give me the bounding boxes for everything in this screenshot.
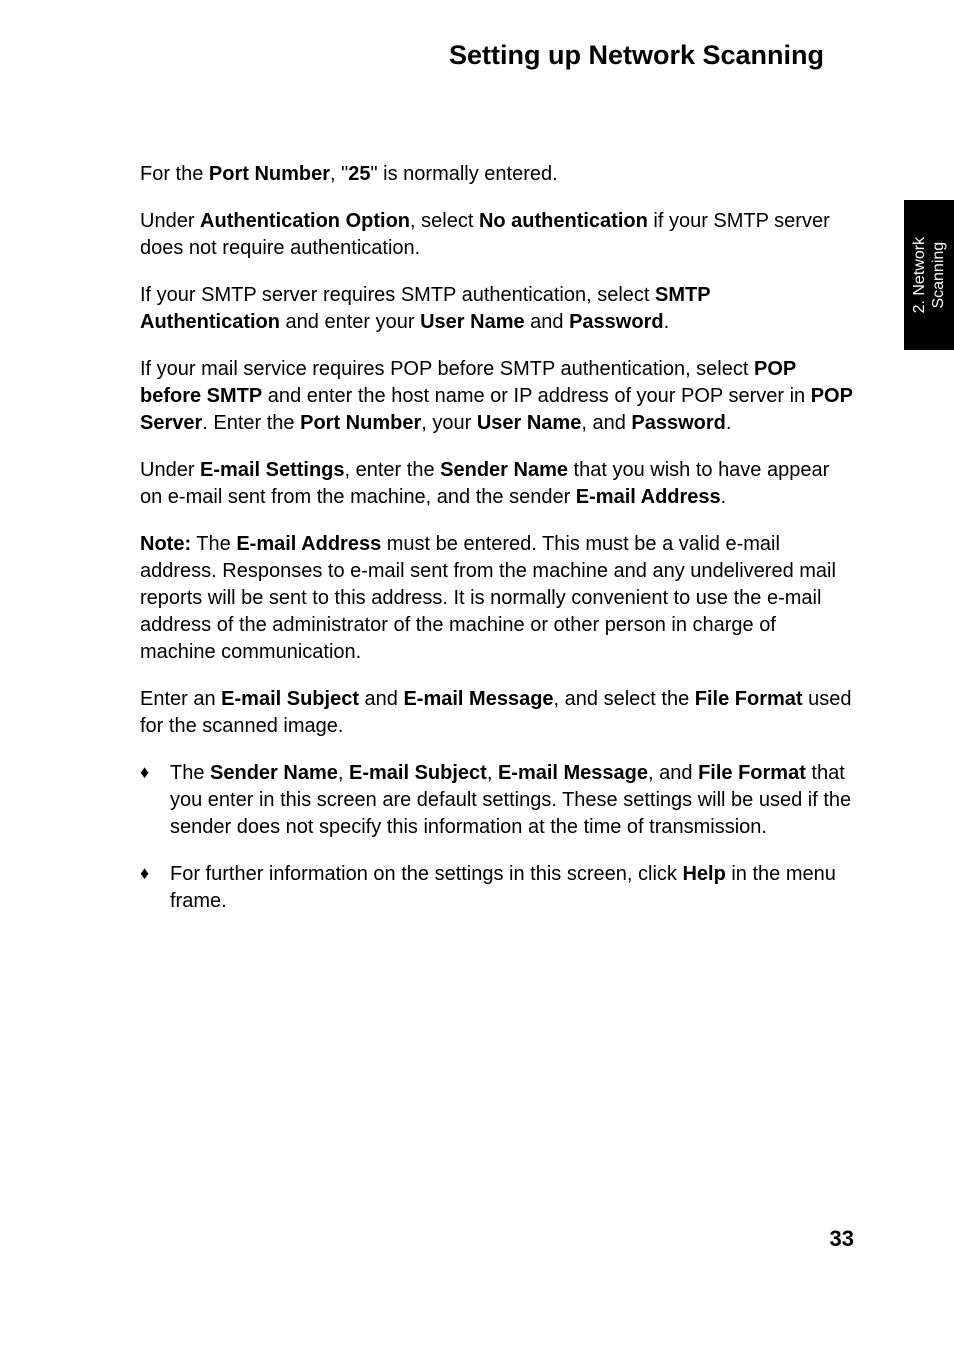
section-tab-label: 2. NetworkScanning — [910, 237, 948, 313]
list-item-text: For further information on the settings … — [170, 861, 854, 915]
list-item: ♦ For further information on the setting… — [140, 861, 854, 915]
diamond-bullet-icon: ♦ — [140, 861, 170, 915]
paragraph-email-subject: Enter an E-mail Subject and E-mail Messa… — [140, 686, 854, 740]
list-item-text: The Sender Name, E-mail Subject, E-mail … — [170, 760, 854, 841]
paragraph-pop-before-smtp: If your mail service requires POP before… — [140, 356, 854, 437]
paragraph-smtp-auth: If your SMTP server requires SMTP authen… — [140, 282, 854, 336]
paragraph-auth-option: Under Authentication Option, select No a… — [140, 208, 854, 262]
page-number: 33 — [830, 1226, 854, 1252]
paragraph-port-number: For the Port Number, "25" is normally en… — [140, 161, 854, 188]
page-title: Setting up Network Scanning — [140, 40, 824, 71]
page: Setting up Network Scanning For the Port… — [0, 0, 954, 1352]
list-item: ♦ The Sender Name, E-mail Subject, E-mai… — [140, 760, 854, 841]
paragraph-email-settings: Under E-mail Settings, enter the Sender … — [140, 457, 854, 511]
section-tab: 2. NetworkScanning — [904, 200, 954, 350]
paragraph-note: Note: The E-mail Address must be entered… — [140, 531, 854, 666]
diamond-bullet-icon: ♦ — [140, 760, 170, 841]
bullet-list: ♦ The Sender Name, E-mail Subject, E-mai… — [140, 760, 854, 915]
